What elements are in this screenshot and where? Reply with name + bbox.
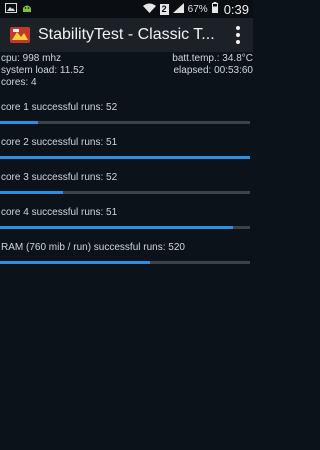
progress-track bbox=[0, 191, 250, 194]
run-block-core-1: core 1 successful runs: 52 bbox=[0, 102, 253, 124]
system-load: system load: 11.52 bbox=[1, 65, 85, 76]
progress-track bbox=[0, 121, 250, 124]
progress-fill bbox=[0, 261, 150, 264]
signal-icon bbox=[172, 2, 184, 16]
run-label: core 3 successful runs: 52 bbox=[1, 172, 118, 183]
sim-indicator-icon: 2 bbox=[159, 3, 169, 15]
progress-track bbox=[0, 261, 250, 264]
stats-row-2: system load: 11.52 elapsed: 00:53:60 bbox=[0, 65, 253, 77]
wifi-icon bbox=[142, 3, 156, 16]
app-icon[interactable] bbox=[9, 24, 31, 46]
run-label: core 1 successful runs: 52 bbox=[1, 102, 118, 113]
battery-icon bbox=[211, 2, 218, 16]
progress-fill bbox=[0, 226, 233, 229]
status-right: 2 67% 0:39 bbox=[142, 1, 249, 17]
progress-fill bbox=[0, 156, 250, 159]
app-title: StabilityTest - Classic T... bbox=[38, 26, 214, 43]
cpu-frequency: cpu: 998 mhz bbox=[1, 53, 62, 64]
run-block-ram: RAM (760 mib / run) successful runs: 520 bbox=[0, 242, 253, 264]
stats-row-1: cpu: 998 mhz batt.temp.: 34.8°C bbox=[0, 53, 253, 65]
elapsed-time: elapsed: 00:53:60 bbox=[173, 65, 253, 76]
progress-fill bbox=[0, 121, 38, 124]
main-content: cpu: 998 mhz batt.temp.: 34.8°C system l… bbox=[0, 53, 253, 264]
progress-track bbox=[0, 156, 250, 159]
progress-fill bbox=[0, 191, 63, 194]
progress-track bbox=[0, 226, 250, 229]
status-left bbox=[5, 2, 33, 16]
battery-percent: 67% bbox=[187, 3, 208, 15]
run-block-core-3: core 3 successful runs: 52 bbox=[0, 172, 253, 194]
run-label: core 4 successful runs: 51 bbox=[1, 207, 118, 218]
android-notification-icon bbox=[21, 3, 33, 16]
gallery-notification-icon bbox=[5, 2, 17, 16]
core-count: cores: 4 bbox=[1, 77, 37, 88]
action-bar: StabilityTest - Classic T... bbox=[0, 18, 253, 52]
run-block-core-2: core 2 successful runs: 51 bbox=[0, 137, 253, 159]
run-block-core-4: core 4 successful runs: 51 bbox=[0, 207, 253, 229]
battery-temperature: batt.temp.: 34.8°C bbox=[172, 53, 253, 64]
run-label: core 2 successful runs: 51 bbox=[1, 137, 118, 148]
status-bar: 2 67% 0:39 bbox=[0, 0, 253, 18]
clock: 0:39 bbox=[223, 1, 249, 17]
run-label: RAM (760 mib / run) successful runs: 520 bbox=[1, 242, 185, 253]
overflow-menu-icon[interactable] bbox=[235, 26, 241, 44]
